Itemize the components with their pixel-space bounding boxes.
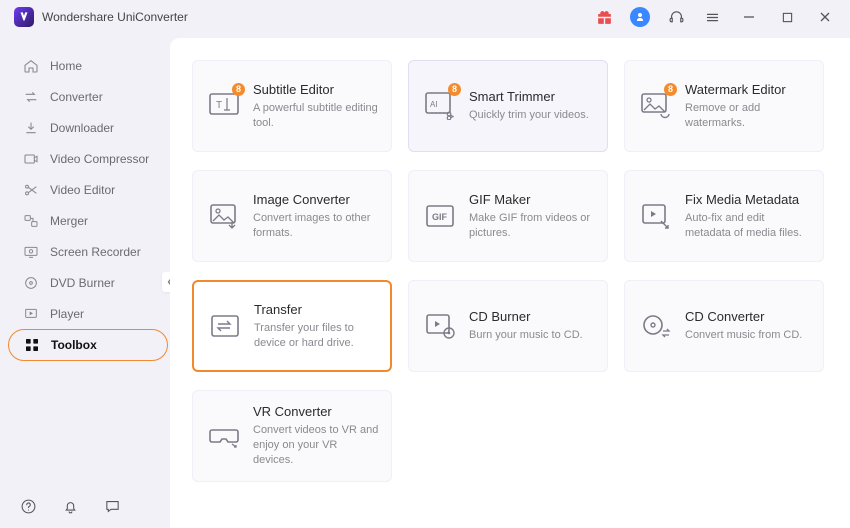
- player-icon: [22, 306, 40, 322]
- watermark-editor-icon: 8: [639, 89, 673, 123]
- card-desc: Transfer your files to device or hard dr…: [254, 321, 378, 351]
- sidebar-item-toolbox[interactable]: Toolbox: [8, 329, 168, 361]
- card-desc: Auto-fix and edit metadata of media file…: [685, 211, 811, 241]
- cd-burner-icon: [423, 309, 457, 343]
- minimize-button[interactable]: [734, 3, 764, 31]
- card-cd-converter[interactable]: CD Converter Convert music from CD.: [624, 280, 824, 372]
- card-title: Smart Trimmer: [469, 89, 595, 104]
- gif-maker-icon: GIF: [423, 199, 457, 233]
- subtitle-editor-icon: T 8: [207, 89, 241, 123]
- feedback-icon[interactable]: [102, 496, 122, 516]
- scissors-icon: [22, 182, 40, 198]
- card-fix-media-metadata[interactable]: Fix Media Metadata Auto-fix and edit met…: [624, 170, 824, 262]
- card-title: VR Converter: [253, 404, 379, 419]
- app-title: Wondershare UniConverter: [42, 10, 188, 24]
- sidebar-item-screen-recorder[interactable]: Screen Recorder: [0, 236, 170, 267]
- toolbox-icon: [23, 337, 41, 353]
- user-icon[interactable]: [626, 3, 654, 31]
- sidebar-item-label: Video Editor: [50, 183, 115, 197]
- card-desc: Convert videos to VR and enjoy on your V…: [253, 423, 379, 468]
- card-watermark-editor[interactable]: 8 Watermark Editor Remove or add waterma…: [624, 60, 824, 152]
- sidebar-item-label: Converter: [50, 90, 103, 104]
- card-title: Watermark Editor: [685, 82, 811, 97]
- card-desc: Convert music from CD.: [685, 328, 811, 343]
- hamburger-icon[interactable]: [698, 3, 726, 31]
- app-logo-icon: [14, 7, 34, 27]
- sidebar-item-downloader[interactable]: Downloader: [0, 112, 170, 143]
- card-title: Subtitle Editor: [253, 82, 379, 97]
- sidebar-item-label: Player: [50, 307, 84, 321]
- sidebar-item-converter[interactable]: Converter: [0, 81, 170, 112]
- card-desc: Make GIF from videos or pictures.: [469, 211, 595, 241]
- card-title: Image Converter: [253, 192, 379, 207]
- card-desc: Convert images to other formats.: [253, 211, 379, 241]
- sidebar-item-label: Downloader: [50, 121, 114, 135]
- sidebar-item-label: Toolbox: [51, 338, 97, 352]
- sidebar-item-merger[interactable]: Merger: [0, 205, 170, 236]
- card-transfer[interactable]: Transfer Transfer your files to device o…: [192, 280, 392, 372]
- card-title: GIF Maker: [469, 192, 595, 207]
- sidebar-item-video-editor[interactable]: Video Editor: [0, 174, 170, 205]
- converter-icon: [22, 89, 40, 105]
- svg-text:GIF: GIF: [432, 212, 448, 222]
- smart-trimmer-icon: AI 8: [423, 89, 457, 123]
- badge: 8: [448, 83, 461, 96]
- card-smart-trimmer[interactable]: AI 8 Smart Trimmer Quickly trim your vid…: [408, 60, 608, 152]
- sidebar-item-label: DVD Burner: [50, 276, 115, 290]
- card-desc: Burn your music to CD.: [469, 328, 595, 343]
- card-subtitle-editor[interactable]: T 8 Subtitle Editor A powerful subtitle …: [192, 60, 392, 152]
- main-panel: T 8 Subtitle Editor A powerful subtitle …: [170, 38, 850, 528]
- sidebar-item-label: Merger: [50, 214, 88, 228]
- home-icon: [22, 58, 40, 74]
- card-image-converter[interactable]: Image Converter Convert images to other …: [192, 170, 392, 262]
- card-gif-maker[interactable]: GIF GIF Maker Make GIF from videos or pi…: [408, 170, 608, 262]
- screen-recorder-icon: [22, 244, 40, 260]
- badge: 8: [232, 83, 245, 96]
- sidebar-item-label: Video Compressor: [50, 152, 149, 166]
- downloader-icon: [22, 120, 40, 136]
- help-icon[interactable]: [18, 496, 38, 516]
- dvd-icon: [22, 275, 40, 291]
- card-desc: Remove or add watermarks.: [685, 101, 811, 131]
- support-icon[interactable]: [662, 3, 690, 31]
- sidebar-footer: [18, 496, 122, 516]
- sidebar-item-dvd-burner[interactable]: DVD Burner: [0, 267, 170, 298]
- merger-icon: [22, 213, 40, 229]
- card-title: Transfer: [254, 302, 378, 317]
- vr-converter-icon: [207, 419, 241, 453]
- sidebar-item-label: Home: [50, 59, 82, 73]
- cd-converter-icon: [639, 309, 673, 343]
- card-title: CD Converter: [685, 309, 811, 324]
- card-cd-burner[interactable]: CD Burner Burn your music to CD.: [408, 280, 608, 372]
- sidebar: Home Converter Downloader Video Compress…: [0, 34, 170, 528]
- sidebar-item-video-compressor[interactable]: Video Compressor: [0, 143, 170, 174]
- titlebar: Wondershare UniConverter: [0, 0, 850, 34]
- metadata-icon: [639, 199, 673, 233]
- sidebar-item-player[interactable]: Player: [0, 298, 170, 329]
- svg-text:AI: AI: [430, 100, 438, 109]
- gift-icon[interactable]: [590, 3, 618, 31]
- transfer-icon: [208, 309, 242, 343]
- card-title: Fix Media Metadata: [685, 192, 811, 207]
- svg-text:T: T: [216, 100, 222, 111]
- close-button[interactable]: [810, 3, 840, 31]
- card-desc: A powerful subtitle editing tool.: [253, 101, 379, 131]
- card-title: CD Burner: [469, 309, 595, 324]
- sidebar-item-home[interactable]: Home: [0, 50, 170, 81]
- card-desc: Quickly trim your videos.: [469, 108, 595, 123]
- compressor-icon: [22, 151, 40, 167]
- notifications-icon[interactable]: [60, 496, 80, 516]
- maximize-button[interactable]: [772, 3, 802, 31]
- image-converter-icon: [207, 199, 241, 233]
- tools-grid: T 8 Subtitle Editor A powerful subtitle …: [192, 60, 828, 482]
- badge: 8: [664, 83, 677, 96]
- card-vr-converter[interactable]: VR Converter Convert videos to VR and en…: [192, 390, 392, 482]
- sidebar-item-label: Screen Recorder: [50, 245, 141, 259]
